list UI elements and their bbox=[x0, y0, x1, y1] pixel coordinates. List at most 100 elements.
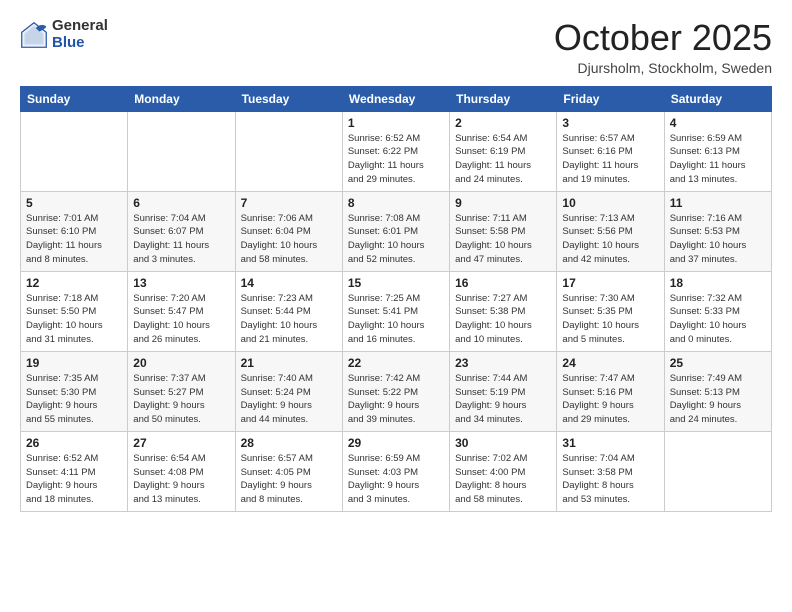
week-row-2: 5Sunrise: 7:01 AM Sunset: 6:10 PM Daylig… bbox=[21, 191, 772, 271]
day-number: 1 bbox=[348, 116, 444, 130]
day-number: 21 bbox=[241, 356, 337, 370]
day-cell: 12 Sunrise: 7:18 AM Sunset: 5:50 PM Dayli… bbox=[21, 271, 128, 351]
day-cell: 24 Sunrise: 7:47 AM Sunset: 5:16 PM Dayli… bbox=[557, 351, 664, 431]
day-number: 25 bbox=[670, 356, 766, 370]
day-number: 20 bbox=[133, 356, 229, 370]
week-row-5: 26 Sunrise: 6:52 AM Sunset: 4:11 PM Dayli… bbox=[21, 431, 772, 511]
day-cell: 16 Sunrise: 7:27 AM Sunset: 5:38 PM Dayli… bbox=[450, 271, 557, 351]
day-number: 18 bbox=[670, 276, 766, 290]
weekday-friday: Friday bbox=[557, 86, 664, 111]
title-month: October 2025 bbox=[554, 18, 772, 58]
day-cell: 22 Sunrise: 7:42 AM Sunset: 5:22 PM Dayli… bbox=[342, 351, 449, 431]
day-cell: 27 Sunrise: 6:54 AM Sunset: 4:08 PM Dayli… bbox=[128, 431, 235, 511]
day-info: Sunrise: 7:40 AM Sunset: 5:24 PM Dayligh… bbox=[241, 372, 337, 427]
day-info: Sunrise: 6:54 AM Sunset: 4:08 PM Dayligh… bbox=[133, 452, 229, 507]
weekday-header-row: SundayMondayTuesdayWednesdayThursdayFrid… bbox=[21, 86, 772, 111]
weekday-wednesday: Wednesday bbox=[342, 86, 449, 111]
day-cell bbox=[664, 431, 771, 511]
day-cell bbox=[21, 111, 128, 191]
day-info: Sunrise: 7:11 AM Sunset: 5:58 PM Dayligh… bbox=[455, 212, 551, 267]
header: General Blue October 2025 Djursholm, Sto… bbox=[20, 18, 772, 76]
day-number: 6 bbox=[133, 196, 229, 210]
day-cell: 2 Sunrise: 6:54 AM Sunset: 6:19 PM Daylig… bbox=[450, 111, 557, 191]
day-number: 19 bbox=[26, 356, 122, 370]
day-number: 27 bbox=[133, 436, 229, 450]
weekday-monday: Monday bbox=[128, 86, 235, 111]
day-info: Sunrise: 7:23 AM Sunset: 5:44 PM Dayligh… bbox=[241, 292, 337, 347]
day-info: Sunrise: 6:52 AM Sunset: 6:22 PM Dayligh… bbox=[348, 132, 444, 187]
page: General Blue October 2025 Djursholm, Sto… bbox=[0, 0, 792, 530]
day-info: Sunrise: 7:04 AM Sunset: 6:07 PM Dayligh… bbox=[133, 212, 229, 267]
day-info: Sunrise: 6:54 AM Sunset: 6:19 PM Dayligh… bbox=[455, 132, 551, 187]
day-number: 8 bbox=[348, 196, 444, 210]
day-number: 11 bbox=[670, 196, 766, 210]
day-cell: 1 Sunrise: 6:52 AM Sunset: 6:22 PM Daylig… bbox=[342, 111, 449, 191]
day-number: 23 bbox=[455, 356, 551, 370]
day-number: 12 bbox=[26, 276, 122, 290]
day-number: 3 bbox=[562, 116, 658, 130]
day-number: 31 bbox=[562, 436, 658, 450]
day-info: Sunrise: 7:13 AM Sunset: 5:56 PM Dayligh… bbox=[562, 212, 658, 267]
day-info: Sunrise: 7:44 AM Sunset: 5:19 PM Dayligh… bbox=[455, 372, 551, 427]
day-cell: 5Sunrise: 7:01 AM Sunset: 6:10 PM Daylig… bbox=[21, 191, 128, 271]
day-cell: 18 Sunrise: 7:32 AM Sunset: 5:33 PM Dayli… bbox=[664, 271, 771, 351]
day-number: 30 bbox=[455, 436, 551, 450]
title-block: October 2025 Djursholm, Stockholm, Swede… bbox=[554, 18, 772, 76]
day-cell: 14 Sunrise: 7:23 AM Sunset: 5:44 PM Dayli… bbox=[235, 271, 342, 351]
day-info: Sunrise: 6:57 AM Sunset: 4:05 PM Dayligh… bbox=[241, 452, 337, 507]
day-cell: 30 Sunrise: 7:02 AM Sunset: 4:00 PM Dayli… bbox=[450, 431, 557, 511]
title-location: Djursholm, Stockholm, Sweden bbox=[554, 60, 772, 76]
day-number: 2 bbox=[455, 116, 551, 130]
day-info: Sunrise: 7:37 AM Sunset: 5:27 PM Dayligh… bbox=[133, 372, 229, 427]
day-number: 26 bbox=[26, 436, 122, 450]
weekday-saturday: Saturday bbox=[664, 86, 771, 111]
day-info: Sunrise: 7:25 AM Sunset: 5:41 PM Dayligh… bbox=[348, 292, 444, 347]
day-number: 28 bbox=[241, 436, 337, 450]
day-info: Sunrise: 7:42 AM Sunset: 5:22 PM Dayligh… bbox=[348, 372, 444, 427]
day-info: Sunrise: 7:02 AM Sunset: 4:00 PM Dayligh… bbox=[455, 452, 551, 507]
day-info: Sunrise: 6:52 AM Sunset: 4:11 PM Dayligh… bbox=[26, 452, 122, 507]
day-info: Sunrise: 7:20 AM Sunset: 5:47 PM Dayligh… bbox=[133, 292, 229, 347]
day-info: Sunrise: 6:59 AM Sunset: 6:13 PM Dayligh… bbox=[670, 132, 766, 187]
day-info: Sunrise: 7:08 AM Sunset: 6:01 PM Dayligh… bbox=[348, 212, 444, 267]
day-number: 17 bbox=[562, 276, 658, 290]
day-cell: 11 Sunrise: 7:16 AM Sunset: 5:53 PM Dayli… bbox=[664, 191, 771, 271]
day-cell: 13 Sunrise: 7:20 AM Sunset: 5:47 PM Dayli… bbox=[128, 271, 235, 351]
day-cell: 3 Sunrise: 6:57 AM Sunset: 6:16 PM Daylig… bbox=[557, 111, 664, 191]
day-info: Sunrise: 7:49 AM Sunset: 5:13 PM Dayligh… bbox=[670, 372, 766, 427]
logo: General Blue bbox=[20, 18, 108, 51]
day-number: 22 bbox=[348, 356, 444, 370]
day-cell bbox=[128, 111, 235, 191]
day-number: 10 bbox=[562, 196, 658, 210]
day-info: Sunrise: 7:16 AM Sunset: 5:53 PM Dayligh… bbox=[670, 212, 766, 267]
day-cell: 29 Sunrise: 6:59 AM Sunset: 4:03 PM Dayli… bbox=[342, 431, 449, 511]
day-cell: 23 Sunrise: 7:44 AM Sunset: 5:19 PM Dayli… bbox=[450, 351, 557, 431]
day-info: Sunrise: 6:57 AM Sunset: 6:16 PM Dayligh… bbox=[562, 132, 658, 187]
day-cell: 26 Sunrise: 6:52 AM Sunset: 4:11 PM Dayli… bbox=[21, 431, 128, 511]
weekday-sunday: Sunday bbox=[21, 86, 128, 111]
day-cell: 15Sunrise: 7:25 AM Sunset: 5:41 PM Dayli… bbox=[342, 271, 449, 351]
day-cell bbox=[235, 111, 342, 191]
day-info: Sunrise: 7:06 AM Sunset: 6:04 PM Dayligh… bbox=[241, 212, 337, 267]
logo-blue-text: Blue bbox=[52, 35, 108, 52]
day-info: Sunrise: 7:18 AM Sunset: 5:50 PM Dayligh… bbox=[26, 292, 122, 347]
day-cell: 7Sunrise: 7:06 AM Sunset: 6:04 PM Daylig… bbox=[235, 191, 342, 271]
day-cell: 28 Sunrise: 6:57 AM Sunset: 4:05 PM Dayli… bbox=[235, 431, 342, 511]
day-info: Sunrise: 6:59 AM Sunset: 4:03 PM Dayligh… bbox=[348, 452, 444, 507]
day-info: Sunrise: 7:27 AM Sunset: 5:38 PM Dayligh… bbox=[455, 292, 551, 347]
day-number: 24 bbox=[562, 356, 658, 370]
day-info: Sunrise: 7:47 AM Sunset: 5:16 PM Dayligh… bbox=[562, 372, 658, 427]
calendar-table: SundayMondayTuesdayWednesdayThursdayFrid… bbox=[20, 86, 772, 512]
day-number: 16 bbox=[455, 276, 551, 290]
day-number: 14 bbox=[241, 276, 337, 290]
logo-text: General Blue bbox=[52, 18, 108, 51]
day-number: 9 bbox=[455, 196, 551, 210]
day-number: 13 bbox=[133, 276, 229, 290]
day-number: 29 bbox=[348, 436, 444, 450]
week-row-1: 1 Sunrise: 6:52 AM Sunset: 6:22 PM Daylig… bbox=[21, 111, 772, 191]
day-cell: 25 Sunrise: 7:49 AM Sunset: 5:13 PM Dayli… bbox=[664, 351, 771, 431]
day-info: Sunrise: 7:32 AM Sunset: 5:33 PM Dayligh… bbox=[670, 292, 766, 347]
day-cell: 17Sunrise: 7:30 AM Sunset: 5:35 PM Dayli… bbox=[557, 271, 664, 351]
day-info: Sunrise: 7:01 AM Sunset: 6:10 PM Dayligh… bbox=[26, 212, 122, 267]
logo-general-text: General bbox=[52, 18, 108, 35]
